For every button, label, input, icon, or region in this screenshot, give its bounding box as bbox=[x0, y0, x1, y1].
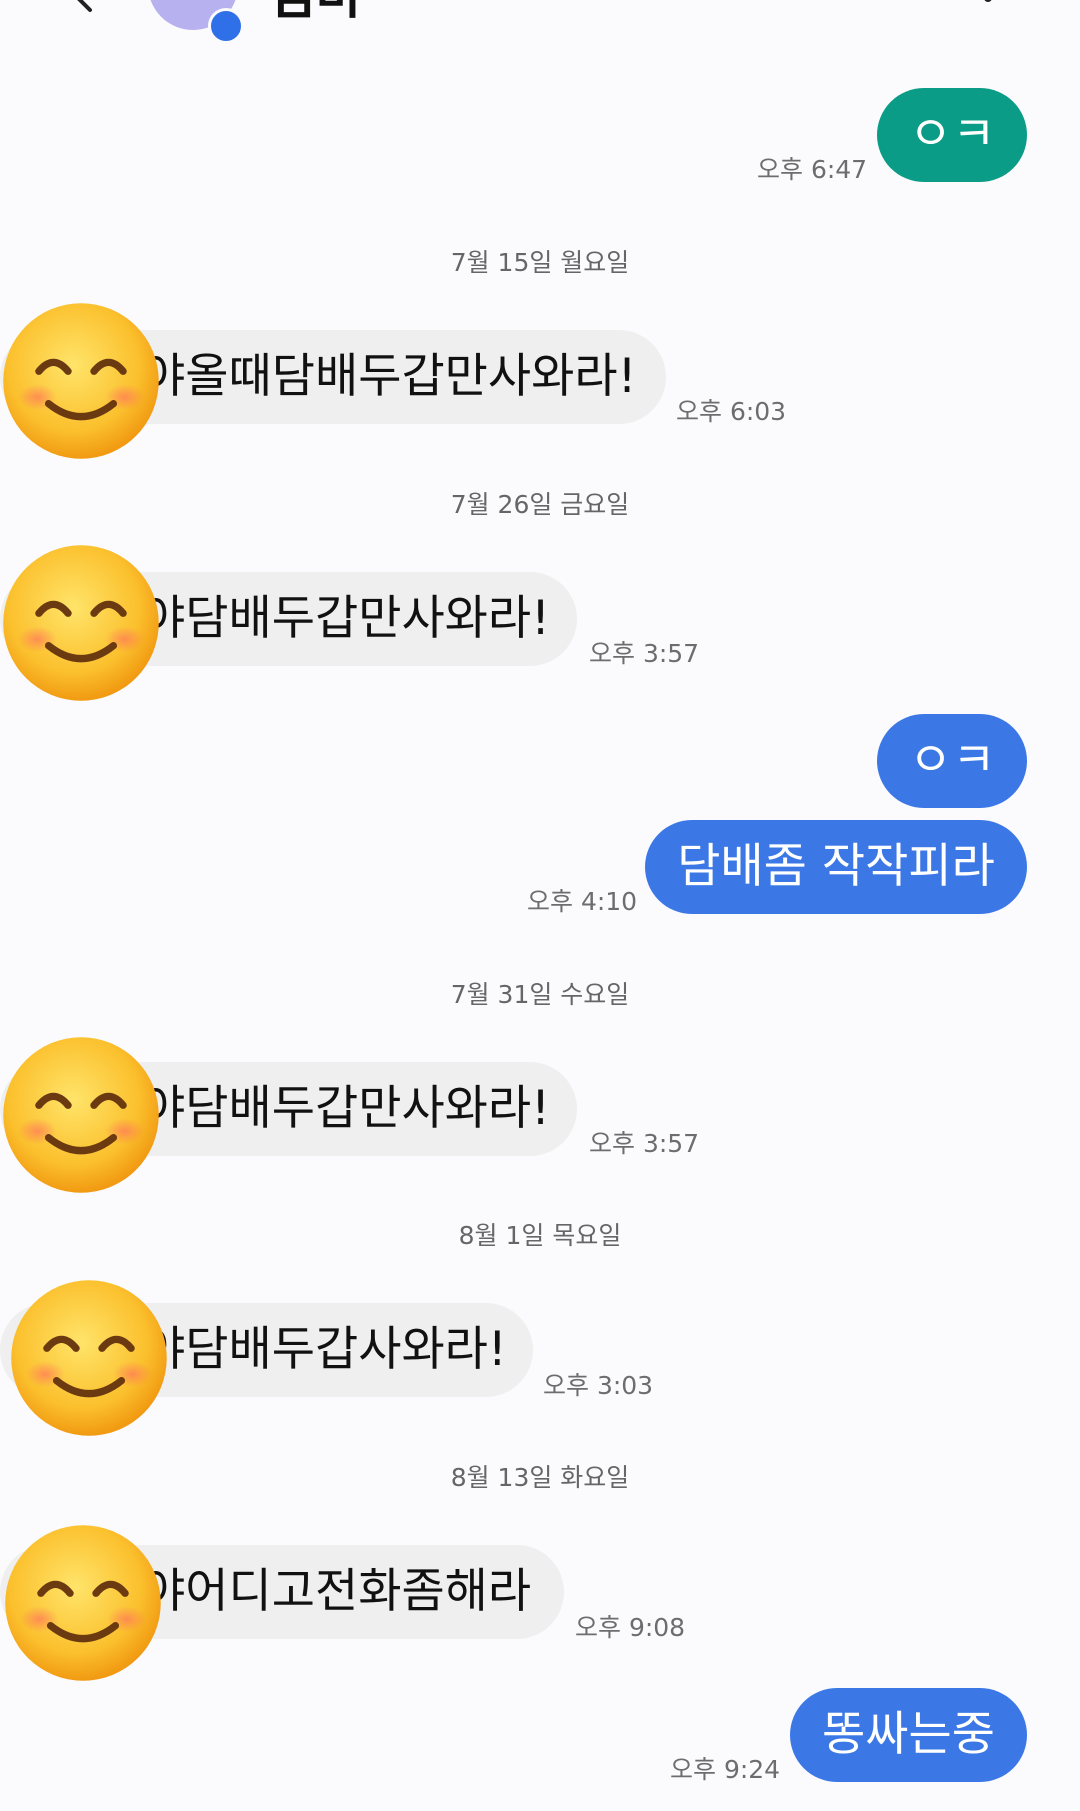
outgoing-message-bubble[interactable]: ㅇㅋ bbox=[877, 88, 1027, 182]
sender-avatar-smiley-icon bbox=[0, 1034, 162, 1196]
outgoing-message-bubble[interactable]: ㅇㅋ bbox=[877, 714, 1027, 808]
outgoing-message-bubble[interactable]: 담배좀 작작피라 bbox=[645, 820, 1027, 914]
outgoing-message-bubble[interactable]: 똥싸는중 bbox=[790, 1688, 1027, 1782]
message-time: 오후 3:03 bbox=[543, 1371, 654, 1400]
sender-avatar-smiley-icon bbox=[0, 300, 162, 462]
sender-avatar-smiley-icon bbox=[8, 1277, 170, 1439]
contact-name[interactable]: 엄마 bbox=[268, 0, 364, 26]
message-time: 오후 9:24 bbox=[670, 1755, 781, 1784]
edit-icon[interactable] bbox=[388, 0, 412, 6]
date-separator: 8월 13일 화요일 bbox=[450, 1463, 630, 1492]
message-time: 오후 6:03 bbox=[676, 397, 787, 426]
date-separator: 7월 15일 월요일 bbox=[450, 248, 630, 277]
date-separator: 8월 1일 목요일 bbox=[458, 1221, 622, 1250]
more-vert-icon[interactable] bbox=[982, 0, 994, 22]
chat-screen: 엄마 오후 6:47 ㅇㅋ 7월 15일 월요일 야올때담배두갑만사와라! 오후… bbox=[0, 0, 1080, 1811]
message-time: 오후 6:47 bbox=[757, 155, 868, 184]
message-badge-icon bbox=[208, 8, 244, 44]
message-time: 오후 4:10 bbox=[527, 887, 638, 916]
back-arrow-icon[interactable] bbox=[62, 0, 102, 28]
message-time: 오후 3:57 bbox=[589, 1129, 700, 1158]
sender-avatar-smiley-icon bbox=[2, 1522, 164, 1684]
date-separator: 7월 26일 금요일 bbox=[450, 490, 630, 519]
message-time: 오후 9:08 bbox=[575, 1613, 686, 1642]
sender-avatar-smiley-icon bbox=[0, 542, 162, 704]
message-time: 오후 3:57 bbox=[589, 639, 700, 668]
chat-header: 엄마 bbox=[0, 0, 1080, 44]
date-separator: 7월 31일 수요일 bbox=[450, 980, 630, 1009]
avatar[interactable] bbox=[148, 0, 244, 44]
